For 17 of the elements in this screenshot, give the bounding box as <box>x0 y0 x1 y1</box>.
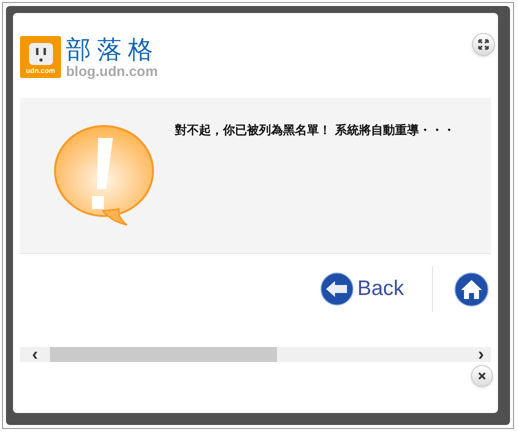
horizontal-scrollbar[interactable]: ‹ › <box>20 347 491 362</box>
close-icon <box>478 372 486 380</box>
expand-button[interactable] <box>472 33 495 56</box>
exclamation-bubble-icon <box>53 123 157 227</box>
blacklist-message: 對不起，你已被列為黑名單！ 系統將自動重導・・・ <box>175 122 456 139</box>
scroll-left-arrow[interactable]: ‹ <box>20 347 50 362</box>
scrollbar-thumb[interactable] <box>50 347 277 362</box>
plug-face-icon <box>28 42 54 66</box>
logo-title: 部落格 <box>66 36 159 64</box>
scroll-right-arrow[interactable]: › <box>471 347 491 362</box>
house-icon <box>454 272 489 306</box>
left-arrow-circle-icon <box>320 272 354 306</box>
expand-icon <box>478 39 489 50</box>
back-button[interactable]: Back <box>320 272 404 306</box>
home-button[interactable] <box>454 272 489 306</box>
logo-subtitle: blog.udn.com <box>66 64 159 78</box>
close-button[interactable] <box>471 365 493 387</box>
